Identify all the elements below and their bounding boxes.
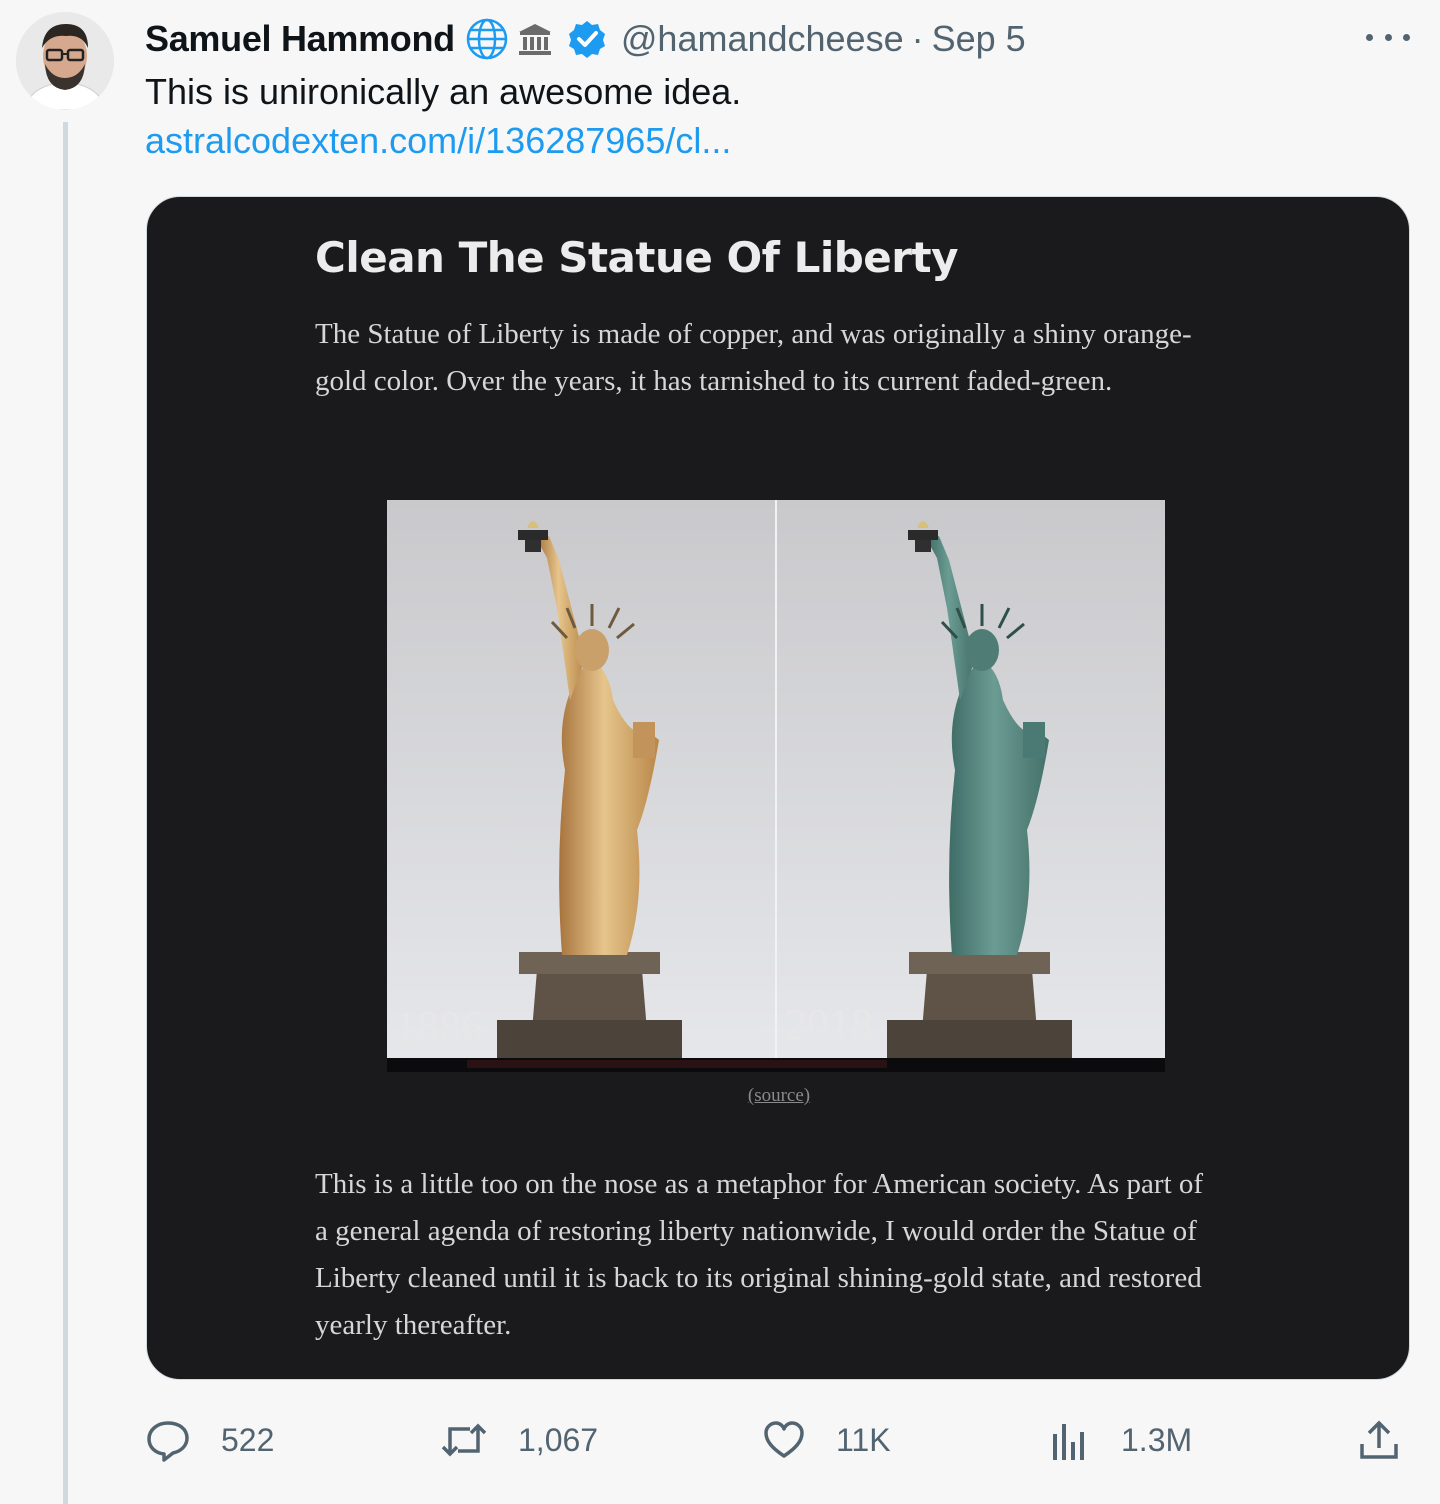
year-label-left: 1886	[395, 1002, 483, 1051]
like-count: 11K	[836, 1421, 891, 1458]
views-icon	[1051, 1418, 1091, 1462]
more-icon[interactable]	[1366, 22, 1410, 52]
retweet-icon	[440, 1417, 488, 1463]
verified-icon	[567, 19, 607, 59]
card-paragraph-1: The Statue of Liberty is made of copper,…	[315, 318, 1192, 397]
views-button[interactable]: 1.3M	[1051, 1410, 1192, 1470]
globe-icon	[465, 17, 509, 61]
image-source-link[interactable]: (source)	[147, 1085, 1409, 1107]
retweet-count: 1,067	[518, 1421, 599, 1458]
tweet-header: Samuel Hammond @hamandcheese · Sep 5	[145, 14, 1026, 64]
like-icon	[762, 1418, 806, 1462]
avatar[interactable]	[16, 12, 114, 110]
reply-count: 522	[221, 1421, 275, 1458]
card-title: Clean The Statue Of Liberty	[315, 233, 958, 282]
year-label-right: 2018	[785, 1000, 873, 1049]
tweet-text: This is unironically an awesome idea.	[145, 71, 742, 112]
thread-line	[63, 122, 68, 1504]
card-paragraph-2: This is a little too on the nose as a me…	[315, 1168, 1204, 1341]
retweet-button[interactable]: 1,067	[440, 1410, 598, 1470]
share-icon	[1357, 1418, 1401, 1462]
author-handle[interactable]: @hamandcheese	[621, 18, 904, 60]
tweet-actions: 522 1,067 11K 1.3M	[145, 1410, 1410, 1470]
separator: ·	[911, 18, 924, 59]
like-button[interactable]: 11K	[762, 1410, 891, 1470]
share-button[interactable]	[1357, 1410, 1401, 1470]
tweet-date[interactable]: Sep 5	[932, 18, 1026, 60]
reply-button[interactable]: 522	[145, 1410, 274, 1470]
view-count: 1.3M	[1121, 1421, 1193, 1458]
tweet-link[interactable]: astralcodexten.com/i/136287965/cl...	[145, 117, 731, 165]
statue-comparison-image: 1886 2018	[387, 500, 1165, 1072]
quoted-image-card[interactable]: Clean The Statue Of Liberty The Statue o…	[146, 196, 1410, 1380]
author-name[interactable]: Samuel Hammond	[145, 18, 455, 60]
reply-icon	[145, 1417, 191, 1463]
bank-icon	[515, 19, 555, 59]
